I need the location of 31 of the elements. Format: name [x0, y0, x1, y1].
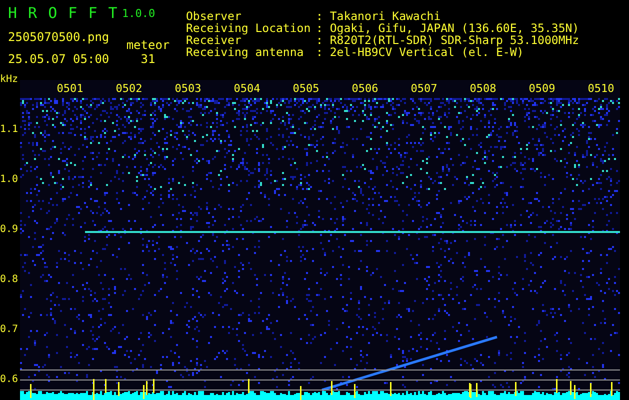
info-label: Observer [186, 10, 242, 22]
version-label: 1.0.0 [121, 6, 156, 20]
time-label: 0501 [56, 83, 84, 95]
time-label: 0502 [114, 83, 144, 95]
info-label: Receiving antenna [186, 46, 305, 58]
frequency-label: 0.9 [0, 224, 18, 236]
time-label: 0506 [350, 83, 380, 95]
frequency-label: 0.7 [0, 324, 18, 336]
date-time: 25.05.07 05:00 [8, 52, 110, 66]
time-label: 0504 [232, 83, 262, 95]
info-label: Receiver [186, 34, 242, 46]
frequency-label: 0.6 [0, 374, 18, 386]
info-label: Receiving Location [186, 22, 312, 34]
app-title: H R O F F T [8, 4, 118, 22]
file-name: 2505070500.png [8, 30, 110, 44]
count-label: meteor [125, 38, 171, 52]
info-value: : Takanori Kawachi [316, 10, 442, 22]
frequency-label: 1.0 [0, 174, 18, 186]
meteor-count: 31 [140, 52, 156, 66]
info-value: : 2el-HB9CV Vertical (el. E-W) [316, 46, 525, 58]
time-label: 0509 [528, 83, 556, 95]
time-label: 0505 [292, 83, 320, 95]
time-label: 0507 [410, 83, 438, 95]
time-label: 0510 [586, 83, 616, 95]
frequency-label: 1.1 [0, 124, 18, 136]
info-value: : R820T2(RTL-SDR) SDR-Sharp 53.1000MHz [316, 34, 580, 46]
info-value: : Ogaki, Gifu, JAPAN (136.60E, 35.35N) [316, 22, 580, 34]
time-label: 0508 [468, 83, 498, 95]
time-label: 0503 [174, 83, 202, 95]
unit-label: kHz [0, 74, 18, 86]
frequency-label: 0.8 [0, 274, 18, 286]
